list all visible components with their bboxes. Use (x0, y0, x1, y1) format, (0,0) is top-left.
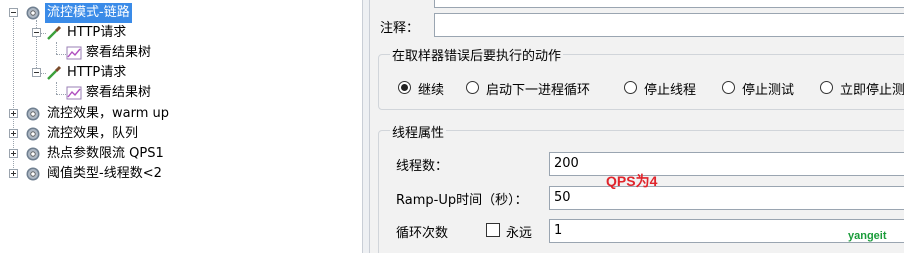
thread-group-gear-icon (26, 6, 40, 20)
expand-icon[interactable] (9, 149, 18, 158)
radio-label: 继续 (418, 83, 445, 98)
radio-indicator[interactable] (398, 81, 411, 94)
annotation-text: QPS为4 (606, 173, 658, 189)
tree-item-label: 热点参数限流 QPS1 (47, 146, 164, 161)
radio-indicator[interactable] (722, 81, 735, 94)
radio-label: 停止测试 (742, 83, 795, 98)
radio-indicator[interactable] (820, 81, 833, 94)
tree-item-http-request-1[interactable]: HTTP请求 (0, 23, 360, 43)
thread-group-title: 线程属性 (390, 122, 447, 141)
tree-item-warm-up[interactable]: 流控效果，warm up (0, 104, 360, 124)
tree-item-http-request-2[interactable]: HTTP请求 (0, 63, 360, 83)
forever-checkbox[interactable] (486, 223, 500, 237)
thread-group-gear-icon (26, 107, 40, 121)
tree-item-hot-param-qps[interactable]: 热点参数限流 QPS1 (0, 144, 360, 164)
listener-graph-icon (66, 46, 82, 60)
tree-item-label: HTTP请求 (67, 25, 127, 40)
tree-item-label: 流控模式-链路 (45, 3, 132, 23)
listener-graph-icon (66, 86, 82, 100)
name-field[interactable] (434, 0, 904, 8)
threads-input[interactable]: 200 (549, 152, 904, 176)
radio-label: 立即停止测 (840, 83, 904, 98)
expand-icon[interactable] (9, 169, 18, 178)
loop-count-label: 循环次数 (396, 226, 449, 241)
tree-item-label: 流控效果，队列 (47, 126, 139, 141)
collapse-icon[interactable] (32, 68, 41, 77)
rampup-label: Ramp-Up时间（秒）： (396, 193, 528, 208)
tree-item-label: HTTP请求 (67, 65, 127, 80)
forever-label: 永远 (506, 226, 533, 241)
thread-group-config-panel: 注释： 在取样器错误后要执行的动作 继续 启动下一进程循环 停止线程 停止测试 … (370, 0, 904, 253)
tree-item-label: 察看结果树 (86, 85, 152, 100)
sampler-pipette-icon (47, 25, 62, 40)
tree-item-label: 流控效果，warm up (47, 106, 170, 121)
test-plan-tree: 流控模式-链路 HTTP请求 察看结果树 HTTP请求 察看结果树 流控效果，w… (0, 0, 362, 253)
expand-icon[interactable] (9, 109, 18, 118)
collapse-icon[interactable] (32, 28, 41, 37)
tree-item-thread-threshold[interactable]: 阈值类型-线程数<2 (0, 164, 360, 184)
radio-indicator[interactable] (624, 81, 637, 94)
expand-icon[interactable] (9, 129, 18, 138)
panel-splitter[interactable] (362, 0, 370, 253)
error-group-title: 在取样器错误后要执行的动作 (390, 45, 564, 64)
radio-label: 停止线程 (644, 83, 697, 98)
rampup-input[interactable]: 50 (549, 186, 904, 210)
tree-item-label: 察看结果树 (86, 45, 152, 60)
watermark: yangeit (848, 230, 887, 242)
thread-group-gear-icon (26, 127, 40, 141)
tree-item-label: 阈值类型-线程数<2 (47, 166, 162, 181)
collapse-icon[interactable] (9, 8, 18, 17)
comment-label: 注释： (380, 21, 420, 36)
thread-group-gear-icon (26, 167, 40, 181)
tree-item-thread-group-chain[interactable]: 流控模式-链路 (0, 3, 360, 23)
comment-field[interactable] (434, 13, 904, 37)
sampler-pipette-icon (47, 65, 62, 80)
tree-item-queue[interactable]: 流控效果，队列 (0, 124, 360, 144)
radio-indicator[interactable] (466, 81, 479, 94)
radio-label: 启动下一进程循环 (486, 83, 591, 98)
tree-item-view-results-2[interactable]: 察看结果树 (0, 83, 360, 103)
threads-label: 线程数： (396, 159, 449, 174)
thread-group-gear-icon (26, 147, 40, 161)
tree-item-view-results-1[interactable]: 察看结果树 (0, 43, 360, 63)
